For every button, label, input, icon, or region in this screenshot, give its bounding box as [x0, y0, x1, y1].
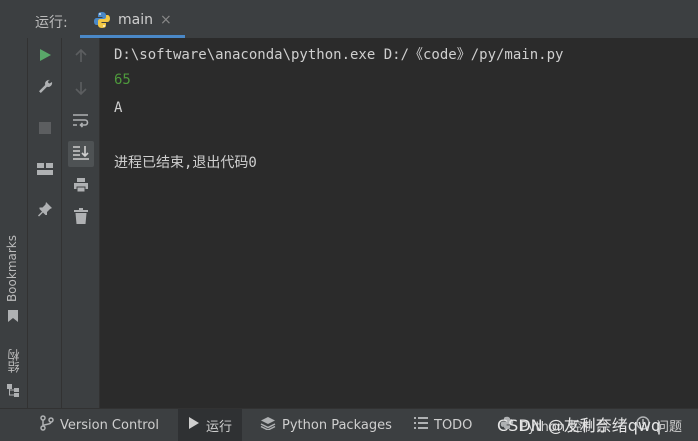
- scroll-to-end-icon: [72, 144, 90, 164]
- tab-main[interactable]: main ×: [80, 4, 185, 38]
- run-toolbar-secondary: [62, 38, 100, 408]
- layout-button[interactable]: [32, 157, 58, 183]
- bookmarks-tool-button[interactable]: Bookmarks: [5, 235, 19, 302]
- structure-tool-button[interactable]: 结构: [5, 349, 22, 373]
- tab-python-packages[interactable]: Python Packages: [260, 409, 392, 441]
- console-output-line: 65: [114, 72, 131, 88]
- trash-icon: [74, 208, 88, 228]
- stop-button[interactable]: [32, 115, 58, 141]
- tab-label: TODO: [434, 417, 473, 433]
- python-icon: [93, 11, 111, 33]
- console-command-line: D:\software\anaconda\python.exe D:/《code…: [114, 47, 564, 63]
- next-occurrence-button[interactable]: [68, 76, 94, 102]
- structure-icon[interactable]: [7, 382, 20, 401]
- console-exit-message: 进程已结束,退出代码0: [114, 155, 257, 171]
- branch-icon: [40, 415, 54, 435]
- tab-run[interactable]: 运行: [178, 409, 243, 441]
- layers-icon: [260, 416, 276, 434]
- pin-icon: [37, 201, 53, 221]
- edit-configuration-button[interactable]: [32, 75, 58, 101]
- stop-icon: [39, 119, 51, 138]
- run-toolbar-primary: [28, 38, 62, 408]
- csdn-watermark: CSDN @友利奈绪qwq: [497, 416, 662, 435]
- arrow-up-icon: [74, 48, 88, 67]
- tab-todo[interactable]: TODO: [414, 409, 472, 441]
- run-icon: [38, 47, 52, 66]
- bookmark-icon[interactable]: [7, 308, 19, 327]
- pin-tab-button[interactable]: [32, 198, 58, 224]
- soft-wrap-button[interactable]: [68, 110, 94, 136]
- wrench-icon: [37, 78, 53, 98]
- rerun-button[interactable]: [32, 43, 58, 69]
- list-icon: [414, 417, 428, 433]
- console-output-line: A: [114, 100, 123, 116]
- clear-all-button[interactable]: [68, 205, 94, 231]
- close-icon[interactable]: ×: [160, 12, 172, 28]
- previous-occurrence-button[interactable]: [68, 44, 94, 70]
- tab-label: Version Control: [60, 417, 159, 433]
- console-output[interactable]: D:\software\anaconda\python.exe D:/《code…: [100, 38, 698, 408]
- print-button[interactable]: [68, 174, 94, 200]
- soft-wrap-icon: [72, 113, 90, 133]
- tab-title: main: [118, 12, 153, 28]
- tab-label: 运行: [206, 419, 233, 435]
- tab-label: Python Packages: [282, 417, 392, 433]
- header-label: 运行:: [35, 15, 68, 31]
- layout-icon: [37, 161, 53, 180]
- arrow-down-icon: [74, 80, 88, 99]
- scroll-to-end-button[interactable]: [68, 141, 94, 167]
- run-tool-window-header: 运行: main ×: [0, 0, 698, 38]
- left-tool-strip: Bookmarks 结构: [0, 38, 28, 408]
- print-icon: [73, 177, 89, 197]
- tab-version-control[interactable]: Version Control: [40, 409, 159, 441]
- run-icon: [188, 417, 200, 433]
